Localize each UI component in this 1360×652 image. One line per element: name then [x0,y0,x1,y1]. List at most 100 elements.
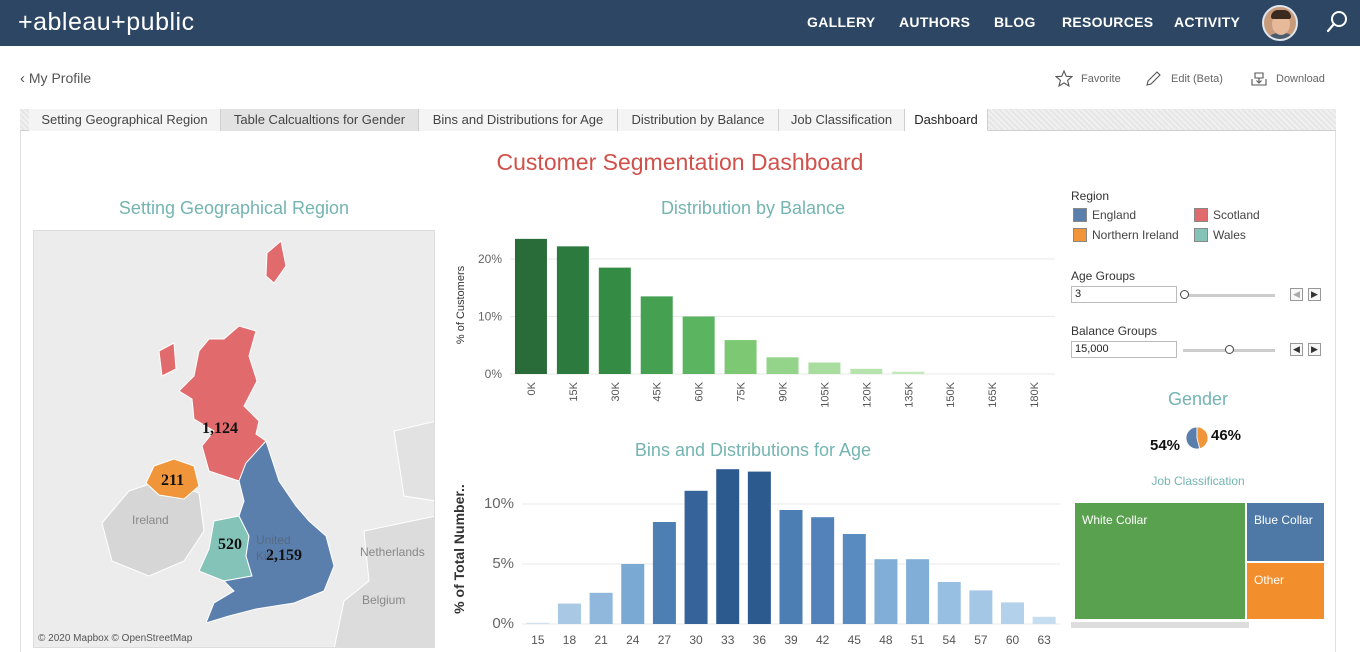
bar[interactable] [874,559,898,624]
x-tick-label: 42 [816,633,830,647]
region-map[interactable]: Ireland United Kin Netherlands Belgium 1… [33,230,435,648]
map-credit: © 2020 Mapbox © OpenStreetMap [38,633,193,644]
bar[interactable] [724,340,757,374]
bar[interactable] [589,592,613,624]
age-groups-decrement-button[interactable]: ◀ [1290,288,1303,301]
age-chart[interactable]: % of Total Number.. 0% 5% 10% 15 18 21 24 27 30 33… [450,468,1060,650]
nav-resources[interactable]: RESOURCES [1062,14,1153,30]
bar[interactable] [937,582,961,624]
x-tick-label: 0K [526,381,538,395]
bar[interactable] [906,559,930,624]
age-groups-slider-track[interactable] [1183,294,1275,297]
treemap-other[interactable]: Other [1247,563,1324,619]
nav-activity[interactable]: ACTIVITY [1174,14,1240,30]
bar[interactable] [842,534,866,624]
bar[interactable] [808,362,841,375]
tab-geographical-region[interactable]: Setting Geographical Region [29,109,221,131]
gender-pie-chart[interactable] [1185,426,1209,450]
age-groups-increment-button[interactable]: ▶ [1308,288,1321,301]
bar[interactable] [682,316,715,375]
gender-title: Gender [1167,389,1229,409]
wales-count: 520 [218,536,242,553]
legend-item-wales[interactable]: Wales [1194,228,1246,242]
bar[interactable] [598,267,631,374]
bar[interactable] [716,469,740,624]
bar[interactable] [556,246,589,374]
x-tick-label: 54 [943,633,957,647]
edit-label: Edit (Beta) [1171,72,1223,85]
y-tick-label: 0% [485,367,503,381]
legend-label: Wales [1213,228,1246,242]
bar[interactable] [640,296,673,374]
map-label-ireland: Ireland [132,513,169,527]
download-icon [1251,72,1267,86]
bar[interactable] [811,517,835,624]
balance-groups-decrement-button[interactable]: ◀ [1290,343,1303,356]
nav-authors[interactable]: AUTHORS [899,14,970,30]
favorite-button[interactable]: Favorite [1055,70,1121,87]
tab-balance[interactable]: Distribution by Balance [618,109,779,131]
tableau-public-page: +ableau+public GALLERY AUTHORS BLOG RESO… [0,0,1360,652]
nav-blog[interactable]: BLOG [994,14,1036,30]
age-groups-input[interactable]: 3 [1071,286,1177,303]
balance-groups-slider-thumb[interactable] [1225,345,1234,354]
y-axis-label: % of Total Number.. [451,484,467,614]
x-tick-label: 75K [736,381,748,401]
age-groups-slider-thumb[interactable] [1180,290,1189,299]
nav-gallery[interactable]: GALLERY [807,14,875,30]
bar[interactable] [766,357,799,374]
treemap-blue-collar[interactable]: Blue Collar [1247,503,1324,561]
bar[interactable] [1001,602,1025,624]
user-avatar[interactable] [1262,5,1298,41]
sheet-tabs: Setting Geographical Region Table Calcua… [20,109,1336,131]
england-count: 2,159 [266,547,302,564]
bar[interactable] [557,603,581,624]
balance-groups-input[interactable]: 15,000 [1071,341,1177,358]
x-tick-label: 150K [945,381,957,407]
gender-left-percent: 54% [1150,437,1181,454]
x-tick-label: 24 [626,633,640,647]
tab-gender[interactable]: Table Calcualtions for Gender [221,109,419,131]
legend-swatch [1194,228,1208,242]
tab-dashboard[interactable]: Dashboard [905,109,988,131]
edit-button[interactable]: Edit (Beta) [1145,70,1223,87]
bar[interactable] [779,510,803,624]
continent-shape [333,515,434,647]
x-tick-label: 45K [652,381,664,401]
pie-slice[interactable] [1196,426,1209,450]
bar[interactable] [747,471,771,624]
y-tick-label: 0% [492,615,514,632]
legend-item-england[interactable]: England [1073,208,1136,222]
search-icon[interactable] [1326,10,1350,34]
balance-groups-increment-button[interactable]: ▶ [1308,343,1321,356]
bar[interactable] [684,490,708,624]
bar[interactable] [514,238,547,374]
back-to-profile-link[interactable]: ‹ My Profile [20,70,91,87]
tableau-public-logo[interactable]: +ableau+public [18,8,195,37]
x-tick-label: 48 [879,633,893,647]
scotland-island[interactable] [158,342,177,377]
balance-chart[interactable]: % of Customers 0% 10% 20% 0K 15K 30K 45K 60K 75K 9… [450,226,1060,416]
x-tick-label: 60K [694,381,706,401]
bar[interactable] [892,371,925,374]
top-nav: +ableau+public GALLERY AUTHORS BLOG RESO… [0,0,1360,46]
bar[interactable] [652,522,676,624]
x-tick-label: 27 [658,633,672,647]
legend-item-northern-ireland[interactable]: Northern Ireland [1073,228,1179,242]
tab-job[interactable]: Job Classification [779,109,905,131]
shetland-island[interactable] [265,240,287,284]
star-icon [1055,70,1073,87]
bar[interactable] [1032,616,1056,624]
bar[interactable] [621,564,645,624]
treemap-scrollbar[interactable] [1071,622,1249,628]
bar[interactable] [526,622,550,624]
legend-label: Scotland [1213,208,1260,222]
bar[interactable] [969,590,993,624]
x-tick-label: 15K [568,381,580,401]
treemap-white-collar[interactable]: White Collar [1075,503,1245,619]
download-button[interactable]: Download [1250,70,1325,87]
tab-age[interactable]: Bins and Distributions for Age [419,109,618,131]
bar[interactable] [850,368,883,374]
legend-item-scotland[interactable]: Scotland [1194,208,1260,222]
y-axis-label: % of Customers [455,265,467,344]
